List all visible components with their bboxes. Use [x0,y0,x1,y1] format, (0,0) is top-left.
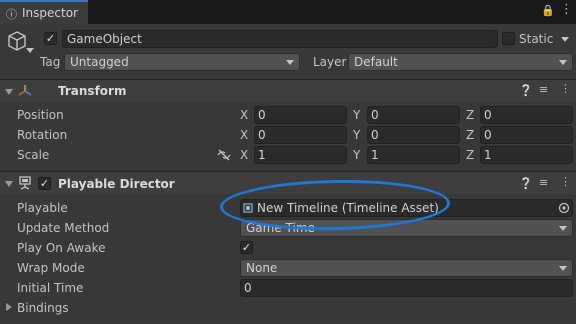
transform-title: Transform [58,84,127,98]
play-on-awake-label: Play On Awake [17,241,106,255]
presets-icon[interactable]: ≡ [539,83,548,96]
scale-y-field[interactable]: 1 [367,146,460,164]
position-x-field[interactable]: 0 [254,106,347,124]
chevron-down-icon [286,60,294,65]
static-checkbox[interactable] [502,32,515,45]
wrap-mode-value: None [246,261,278,275]
help-icon[interactable]: ❔ [519,84,533,97]
menu-icon[interactable]: ⋮ [560,2,573,17]
initial-time-field[interactable]: 0 [240,279,573,297]
scale-x-field[interactable]: 1 [254,146,347,164]
info-icon: ⓘ [6,8,17,21]
layer-dropdown[interactable]: Default [348,53,573,71]
playable-director-title: Playable Director [58,177,175,191]
constrain-proportions-icon[interactable] [217,149,231,161]
rotation-label: Rotation [17,128,68,142]
position-y-field[interactable]: 0 [367,106,460,124]
axis-y-label[interactable]: Y [353,148,360,162]
rotation-x-field[interactable]: 0 [254,126,347,144]
initial-time-label: Initial Time [17,281,84,295]
menu-icon[interactable]: ⋮ [560,175,571,188]
help-icon[interactable]: ❔ [519,177,533,190]
tag-value: Untagged [70,55,129,69]
chevron-down-icon [559,60,567,65]
layer-value: Default [354,55,398,69]
static-dropdown-caret[interactable] [561,37,569,42]
playable-director-icon [19,176,31,190]
scale-z-field[interactable]: 1 [480,146,573,164]
wrap-mode-label: Wrap Mode [17,261,85,275]
position-z-field[interactable]: 0 [480,106,573,124]
foldout-arrow-icon[interactable] [5,89,13,95]
axis-y-label[interactable]: Y [353,108,360,122]
play-on-awake-checkbox[interactable]: ✓ [240,241,253,254]
check-icon: ✓ [39,177,50,190]
foldout-arrow-icon[interactable] [5,181,13,187]
static-label: Static [519,32,554,46]
gameobject-name-field[interactable]: GameObject [62,30,498,48]
axis-x-label[interactable]: X [240,128,248,142]
lock-icon[interactable]: 🔒 [541,4,555,17]
axis-z-label[interactable]: Z [466,128,474,142]
check-icon: ✓ [45,32,56,45]
presets-icon[interactable]: ≡ [539,176,548,189]
active-checkbox[interactable]: ✓ [44,32,57,45]
wrap-mode-dropdown[interactable]: None [240,259,573,277]
chevron-down-icon [559,266,567,271]
axis-x-label[interactable]: X [240,148,248,162]
bindings-foldout[interactable]: Bindings [17,301,69,315]
scale-label: Scale [17,148,50,162]
foldout-arrow-icon[interactable] [6,303,12,311]
layer-label: Layer [313,55,347,69]
axis-z-label[interactable]: Z [466,148,474,162]
axis-y-label[interactable]: Y [353,128,360,142]
icon-dropdown-caret[interactable] [26,48,34,53]
position-label: Position [17,108,64,122]
transform-icon [18,85,32,96]
gameobject-cube-icon [8,31,26,51]
rotation-z-field[interactable]: 0 [480,126,573,144]
menu-icon[interactable]: ⋮ [560,82,571,95]
tag-label: Tag [40,55,61,69]
axis-x-label[interactable]: X [240,108,248,122]
tag-dropdown[interactable]: Untagged [64,53,300,71]
director-enabled-checkbox[interactable]: ✓ [38,177,51,190]
object-picker-icon[interactable] [558,202,570,214]
tab-inspector[interactable]: ⓘ Inspector [0,0,88,24]
axis-z-label[interactable]: Z [466,108,474,122]
update-method-label: Update Method [17,221,110,235]
tab-label: Inspector [22,6,78,20]
check-icon: ✓ [241,241,252,254]
chevron-down-icon [559,226,567,231]
playable-label: Playable [17,201,68,215]
rotation-y-field[interactable]: 0 [367,126,460,144]
